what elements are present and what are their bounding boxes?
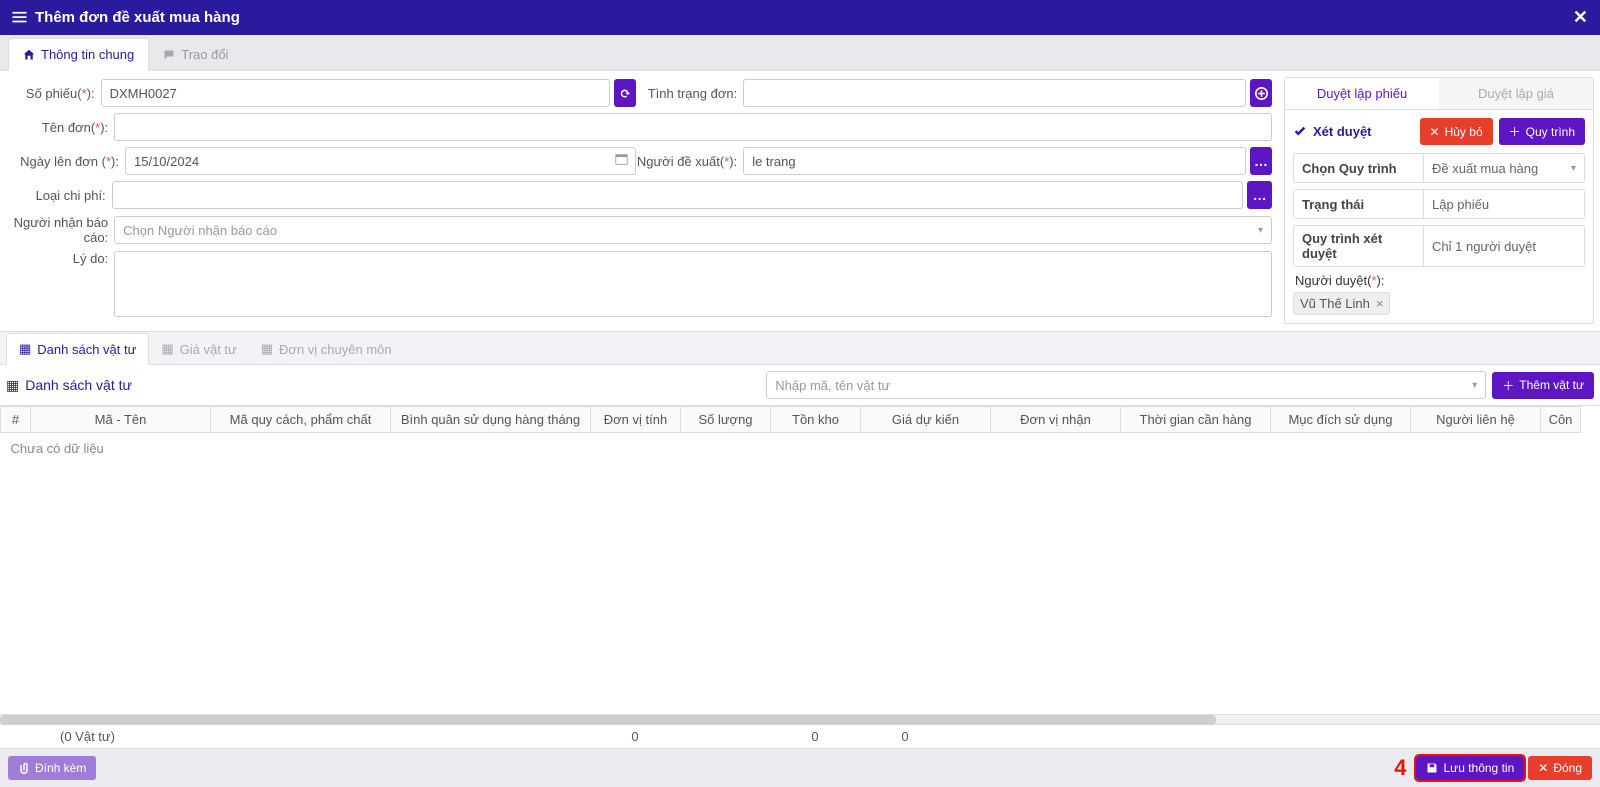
table-header-row: # Mã - Tên Mã quy cách, phẩm chất Bình q… — [1, 407, 1581, 433]
empty-row: Chưa có dữ liệu — [1, 433, 1581, 465]
col-unit: Đơn vị tính — [591, 407, 681, 433]
select-process-field[interactable]: Chọn Quy trình Đề xuất mua hàng — [1293, 153, 1585, 183]
select-process-value: Đề xuất mua hàng — [1424, 154, 1584, 182]
summary-v1: 0 — [590, 729, 680, 744]
cost-type-lookup-button[interactable]: … — [1247, 181, 1272, 209]
side-tabs: Duyệt lập phiếu Duyệt lập giá — [1284, 77, 1594, 109]
report-to-label: Người nhận báo cáo: — [0, 215, 114, 245]
name-label: Tên đơn(*): — [0, 120, 114, 135]
col-extra: Côn — [1541, 407, 1581, 433]
status-field: Trạng thái Lập phiếu — [1293, 189, 1585, 219]
col-spec: Mã quy cách, phẩm chất — [211, 407, 391, 433]
date-label: Ngày lên đơn (*): — [0, 154, 125, 169]
cost-type-input[interactable] — [112, 181, 1243, 209]
status-value: Lập phiếu — [1424, 190, 1584, 218]
grid-icon: ▦ — [19, 341, 31, 357]
subtab-materials[interactable]: ▦ Danh sách vật tư — [6, 333, 149, 365]
grid-icon: ▦ — [6, 377, 19, 394]
close-icon[interactable]: ✕ — [1573, 7, 1588, 28]
footer-bar: Đính kèm 4 Lưu thông tin ✕ Đóng — [0, 748, 1600, 787]
x-icon: ✕ — [1430, 125, 1440, 139]
plus-icon: ＋ — [1502, 377, 1514, 394]
col-purpose: Mục đích sử dụng — [1271, 407, 1411, 433]
plus-icon: ＋ — [1509, 123, 1521, 140]
x-icon: ✕ — [1538, 761, 1548, 775]
home-icon — [23, 49, 35, 61]
summary-v2: 0 — [770, 729, 860, 744]
report-to-placeholder: Chọn Người nhận báo cáo — [123, 223, 277, 238]
col-stock: Tồn kho — [771, 407, 861, 433]
grid-icon: ▦ — [161, 341, 173, 357]
material-search-select[interactable]: Nhập mã, tên vật tư — [766, 371, 1486, 399]
paperclip-icon — [18, 762, 30, 774]
material-table: # Mã - Tên Mã quy cách, phẩm chất Bình q… — [0, 405, 1600, 464]
name-input[interactable] — [114, 113, 1272, 141]
cost-type-label: Loại chi phí: — [0, 188, 112, 203]
summary-v3: 0 — [860, 729, 950, 744]
remove-tag-icon[interactable]: × — [1376, 296, 1384, 311]
date-input[interactable] — [125, 147, 636, 175]
side-tab-approve-voucher[interactable]: Duyệt lập phiếu — [1285, 78, 1439, 109]
col-index: # — [1, 407, 31, 433]
status-add-button[interactable] — [1250, 79, 1272, 107]
add-material-button[interactable]: ＋ Thêm vật tư — [1492, 372, 1594, 399]
voucher-no-input[interactable] — [101, 79, 610, 107]
proposer-input[interactable] — [743, 147, 1246, 175]
empty-text: Chưa có dữ liệu — [1, 433, 1581, 465]
reviewer-name: Vũ Thế Linh — [1300, 296, 1370, 311]
save-icon — [1426, 762, 1438, 774]
tab-discuss-label: Trao đổi — [181, 47, 228, 62]
tab-discuss[interactable]: Trao đổi — [149, 39, 242, 70]
tab-general-label: Thông tin chung — [41, 47, 134, 62]
report-to-select[interactable]: Chọn Người nhận báo cáo — [114, 216, 1272, 244]
col-est-price: Giá dự kiến — [861, 407, 991, 433]
material-search-placeholder: Nhập mã, tên vật tư — [775, 378, 890, 393]
sub-tab-bar: ▦ Danh sách vật tư ▦ Giá vật tư ▦ Đơn vị… — [0, 331, 1600, 365]
voucher-no-label: Số phiếu(*): — [0, 86, 101, 101]
process-button[interactable]: ＋ Quy trình — [1499, 118, 1585, 145]
tab-general[interactable]: Thông tin chung — [8, 38, 149, 71]
subtab-dept[interactable]: ▦ Đơn vị chuyên môn — [249, 334, 404, 364]
list-icon — [12, 11, 27, 25]
reason-label: Lý do: — [0, 251, 114, 266]
col-contact: Người liên hệ — [1411, 407, 1541, 433]
chat-icon — [163, 49, 175, 61]
status-input[interactable] — [743, 79, 1246, 107]
col-avg-monthly: Bình quân sử dụng hàng tháng — [391, 407, 591, 433]
col-need-time: Thời gian cần hàng — [1121, 407, 1271, 433]
reason-input[interactable] — [114, 251, 1272, 317]
proposer-label: Người đề xuất(*): — [636, 154, 743, 169]
reviewer-tag[interactable]: Vũ Thế Linh × — [1293, 292, 1390, 315]
col-code-name: Mã - Tên — [31, 407, 211, 433]
process-value: Chỉ 1 người duyệt — [1424, 226, 1584, 266]
process-field: Quy trình xét duyệt Chỉ 1 người duyệt — [1293, 225, 1585, 267]
tab-bar: Thông tin chung Trao đổi — [0, 35, 1600, 71]
proposer-lookup-button[interactable]: … — [1250, 147, 1272, 175]
reviewer-label: Người duyệt(*): — [1295, 273, 1585, 288]
subtab-prices[interactable]: ▦ Giá vật tư — [149, 334, 248, 364]
modal-title: Thêm đơn đề xuất mua hàng — [35, 9, 240, 26]
cancel-approve-button[interactable]: ✕ Hủy bỏ — [1420, 118, 1493, 145]
status-label: Tình trạng đơn: — [636, 86, 743, 101]
summary-count: (0 Vật tư) — [30, 729, 210, 744]
save-button[interactable]: Lưu thông tin — [1416, 756, 1524, 780]
side-tab-approve-price[interactable]: Duyệt lập giá — [1439, 78, 1593, 109]
attach-button[interactable]: Đính kèm — [8, 756, 96, 780]
h-scrollbar-thumb[interactable] — [0, 715, 1216, 725]
refresh-button[interactable] — [614, 79, 636, 107]
check-icon — [1293, 125, 1307, 139]
modal-header: Thêm đơn đề xuất mua hàng ✕ — [0, 0, 1600, 35]
summary-row: (0 Vật tư) 0 0 0 — [0, 724, 1600, 748]
approve-title: Xét duyệt — [1293, 124, 1372, 139]
h-scrollbar[interactable] — [0, 714, 1600, 724]
close-button[interactable]: ✕ Đóng — [1528, 756, 1592, 780]
col-recv-unit: Đơn vị nhận — [991, 407, 1121, 433]
list-title: ▦ Danh sách vật tư — [6, 377, 132, 394]
col-qty: Số lượng — [681, 407, 771, 433]
annotation-4: 4 — [1394, 755, 1406, 781]
grid-icon: ▦ — [261, 341, 273, 357]
